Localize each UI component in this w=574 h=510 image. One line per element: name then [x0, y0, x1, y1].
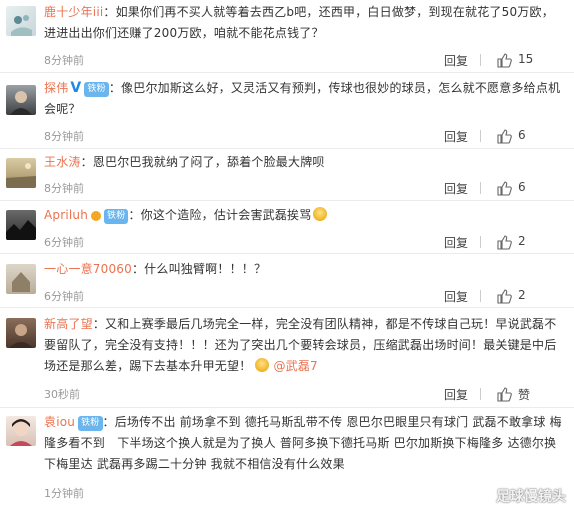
divider: [480, 182, 481, 194]
comment-time: 1分钟前: [44, 487, 84, 500]
avatar[interactable]: [6, 210, 36, 240]
comment-time: 30秒前: [44, 388, 80, 401]
divider: [480, 236, 481, 248]
comment-time: 8分钟前: [44, 182, 84, 195]
reply-button[interactable]: 回复: [444, 386, 468, 403]
comment-text: ：像巴尔加斯这么好，又灵活又有预判，传球也很妙的球员，怎么就不愿意多给点机会呢？: [44, 81, 561, 116]
verified-v-icon: V: [70, 80, 82, 96]
username[interactable]: 袁iou: [44, 415, 75, 429]
comment-text: ：恩巴尔巴我就纳了闷了，舔着个脸最大牌呗: [80, 155, 325, 169]
username[interactable]: 新高了望: [44, 317, 93, 331]
comment-actions: 回复 6: [444, 128, 574, 144]
thumbs-up-icon[interactable]: [496, 288, 512, 304]
reply-button[interactable]: 回复: [444, 52, 468, 69]
mention-link[interactable]: @武磊7: [273, 359, 317, 373]
thumbs-up-icon[interactable]: [496, 52, 512, 68]
comment-item: 新高了望：又和上赛季最后几场完全一样，完全没有团队精神，都是不传球自己玩！早说武…: [0, 308, 574, 408]
reply-button[interactable]: 回复: [444, 288, 468, 305]
reply-button[interactable]: 回复: [444, 180, 468, 197]
fan-badge: 铁粉: [84, 82, 109, 97]
comment-time: 8分钟前: [44, 54, 84, 67]
like-count: 6: [518, 180, 526, 194]
comment-list: 鹿十少年iii：如果你们再不买人就等着去西乙b吧，还西甲，白日做梦，到现在就花了…: [0, 0, 574, 510]
comment-text: ：什么叫独臂啊！！！？: [131, 262, 267, 276]
thumbs-up-icon[interactable]: [496, 386, 512, 402]
username[interactable]: 鹿十少年iii: [44, 5, 103, 19]
avatar[interactable]: [6, 318, 36, 348]
comment-item: Apriluh 铁粉 ：你这个造险，估计会害武磊挨骂 6分钟前 回复 2: [0, 201, 574, 254]
divider: [480, 54, 481, 66]
comment-actions: 回复 2: [444, 234, 574, 250]
like-count: 15: [518, 52, 534, 66]
comment-text: ：后场传不出 前场拿不到 德托马斯乱带不传 恩巴尔巴眼里只有球门 武磊不敢拿球 …: [44, 415, 562, 471]
username[interactable]: 一心一意70060: [44, 262, 132, 276]
comment-item: 一心一意70060：什么叫独臂啊！！！？ 6分钟前 回复 2: [0, 254, 574, 308]
avatar[interactable]: [6, 85, 36, 115]
watermark: 足球慢镜头: [496, 489, 566, 505]
fan-badge: 铁粉: [78, 416, 103, 431]
avatar-image: [12, 272, 30, 292]
avatar[interactable]: [6, 6, 36, 36]
username[interactable]: 王水涛: [44, 155, 81, 169]
comment-actions: 回复 2: [444, 288, 574, 304]
comment-item: 探伟 V 铁粉 ：像巴尔加斯这么好，又灵活又有预判，传球也很妙的球员，怎么就不愿意多给…: [0, 73, 574, 149]
avatar[interactable]: [6, 416, 36, 446]
fan-badge: 铁粉: [104, 209, 129, 224]
comment-actions: 回复 6: [444, 180, 574, 196]
comment-time: 6分钟前: [44, 290, 84, 303]
thumbs-up-icon[interactable]: [496, 180, 512, 196]
avatar-image: [6, 163, 36, 188]
crown-icon: [91, 211, 102, 221]
comment-actions: 回复 赞: [444, 386, 574, 402]
comment-time: 8分钟前: [44, 130, 84, 143]
comment-item: 袁iou 铁粉 ：后场传不出 前场拿不到 德托马斯乱带不传 恩巴尔巴眼里只有球门 武…: [0, 408, 574, 510]
avatar-image: [6, 220, 36, 240]
avatar-image: [10, 91, 32, 115]
thumbs-up-icon[interactable]: [496, 128, 512, 144]
like-count: 赞: [518, 388, 531, 402]
annoyed-face-emoji-icon: [255, 358, 270, 372]
divider: [480, 290, 481, 302]
comment-item: 王水涛：恩巴尔巴我就纳了闷了，舔着个脸最大牌呗 8分钟前 回复 6: [0, 149, 574, 201]
thumbs-up-icon[interactable]: [496, 234, 512, 250]
divider: [480, 130, 481, 142]
avatar-image: [11, 15, 32, 36]
username[interactable]: Apriluh: [44, 208, 88, 222]
comment-text: ：如果你们再不买人就等着去西乙b吧，还西甲，白日做梦，到现在就花了50万欧，进进…: [44, 5, 554, 40]
avatar-image: [9, 324, 33, 348]
like-count: 2: [518, 288, 526, 302]
comment-text: ：你这个造险，估计会害武磊挨骂: [128, 208, 312, 222]
divider: [480, 388, 481, 400]
comment-actions: 回复 15: [444, 52, 574, 68]
comment-time: 6分钟前: [44, 236, 84, 249]
avatar-image: [10, 419, 32, 446]
reply-button[interactable]: 回复: [444, 128, 468, 145]
like-count: 6: [518, 128, 526, 142]
avatar[interactable]: [6, 158, 36, 188]
avatar[interactable]: [6, 264, 36, 294]
username[interactable]: 探伟: [44, 81, 68, 95]
reply-button[interactable]: 回复: [444, 234, 468, 251]
like-count: 2: [518, 234, 526, 248]
crying-face-emoji-icon: [313, 207, 328, 221]
comment-item: 鹿十少年iii：如果你们再不买人就等着去西乙b吧，还西甲，白日做梦，到现在就花了…: [0, 0, 574, 73]
